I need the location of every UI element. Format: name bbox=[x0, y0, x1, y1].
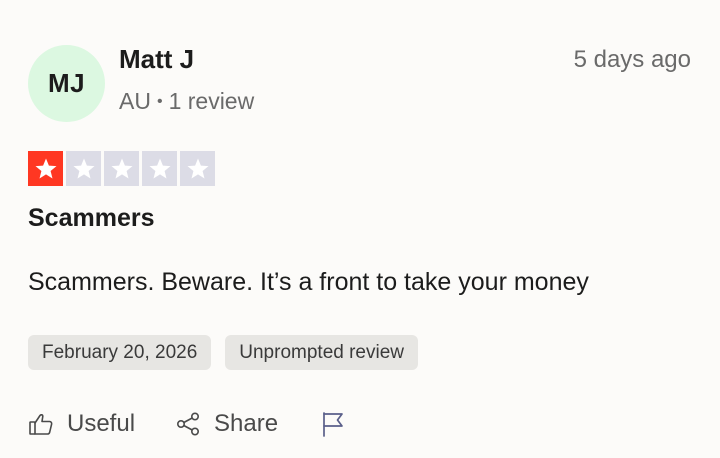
useful-label: Useful bbox=[67, 410, 136, 437]
review-type-tag[interactable]: Unprompted review bbox=[225, 335, 419, 370]
star-filled bbox=[28, 151, 63, 186]
author-review-count: 1 review bbox=[168, 88, 255, 114]
star-empty bbox=[180, 151, 215, 186]
useful-button[interactable]: Useful bbox=[28, 410, 135, 438]
star-icon bbox=[149, 158, 170, 178]
star-icon bbox=[73, 158, 94, 178]
star-empty bbox=[142, 151, 177, 186]
report-button[interactable] bbox=[320, 411, 359, 437]
review-body: Scammers. Beware. It’s a front to take y… bbox=[28, 268, 589, 296]
review-tags: February 20, 2026 Unprompted review bbox=[28, 335, 419, 370]
author-name[interactable]: Matt J bbox=[119, 44, 194, 75]
thumbs-up-icon bbox=[29, 413, 53, 435]
star-empty bbox=[104, 151, 139, 186]
avatar-initials: MJ bbox=[47, 68, 86, 98]
star-icon bbox=[111, 158, 132, 178]
author-meta: AU • 1 review bbox=[119, 88, 254, 115]
review-title: Scammers bbox=[28, 204, 155, 232]
share-button[interactable]: Share bbox=[175, 410, 278, 438]
author-country: AU bbox=[119, 88, 151, 114]
avatar: MJ bbox=[28, 45, 105, 122]
date-of-experience-tag: February 20, 2026 bbox=[28, 335, 212, 370]
review-posted-ago: 5 days ago bbox=[573, 46, 691, 73]
star-icon bbox=[35, 158, 56, 178]
star-empty bbox=[66, 151, 101, 186]
star-icon bbox=[187, 158, 208, 178]
share-icon bbox=[177, 412, 200, 436]
review-actions: Useful Share bbox=[28, 410, 359, 438]
flag-icon bbox=[323, 412, 343, 437]
share-label: Share bbox=[214, 410, 279, 437]
review-card: MJ Matt J AU • 1 review 5 days ago Scamm… bbox=[0, 0, 720, 458]
star-rating bbox=[28, 151, 215, 186]
meta-separator: • bbox=[156, 92, 163, 110]
